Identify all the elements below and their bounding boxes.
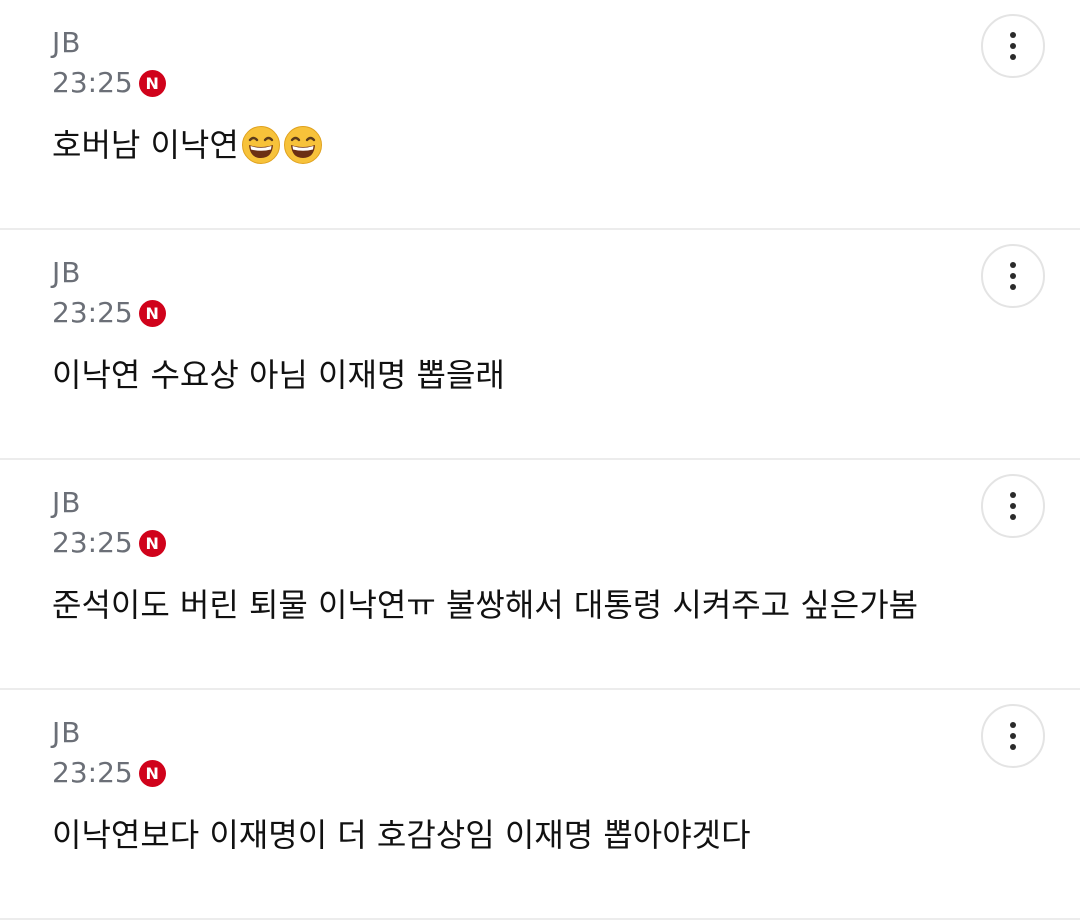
comment-text: 호버남 이낙연 xyxy=(52,126,239,164)
comment-item: JB 23:25 N 이낙연보다 이재명이 더 호감상임 이재명 뽑아야겟다 xyxy=(0,690,1080,920)
comment-item: JB 23:25 N 준석이도 버린 퇴물 이낙연ㅠ 불쌍해서 대통령 시켜주고… xyxy=(0,460,1080,690)
comment-author[interactable]: JB xyxy=(52,716,81,750)
comment-item: JB 23:25 N 호버남 이낙연 xyxy=(0,0,1080,230)
comment-text: 이낙연 수요상 아님 이재명 뽑을래 xyxy=(52,356,505,394)
comment-author[interactable]: JB xyxy=(52,26,81,60)
comment-meta: 23:25 N xyxy=(52,66,166,100)
comment-meta: 23:25 N xyxy=(52,526,166,560)
grinning-face-emoji xyxy=(241,126,280,164)
naver-n-icon: N xyxy=(138,529,166,557)
naver-n-icon: N xyxy=(138,69,166,97)
comment-author[interactable]: JB xyxy=(52,486,81,520)
more-options-button[interactable] xyxy=(981,704,1045,768)
comment-body: 이낙연보다 이재명이 더 호감상임 이재명 뽑아야겟다 xyxy=(52,812,751,858)
comment-text: 준석이도 버린 퇴물 이낙연ㅠ 불쌍해서 대통령 시켜주고 싶은가봄 xyxy=(52,586,919,624)
comment-body: 호버남 이낙연 xyxy=(52,122,323,168)
comment-time: 23:25 xyxy=(52,296,133,329)
comment-time: 23:25 xyxy=(52,756,133,789)
comment-meta: 23:25 N xyxy=(52,296,166,330)
more-vertical-icon xyxy=(1010,262,1016,290)
comment-body: 이낙연 수요상 아님 이재명 뽑을래 xyxy=(52,352,505,398)
naver-n-icon: N xyxy=(138,299,166,327)
more-options-button[interactable] xyxy=(981,14,1045,78)
comment-time: 23:25 xyxy=(52,526,133,559)
grinning-face-emoji xyxy=(283,126,322,164)
more-options-button[interactable] xyxy=(981,474,1045,538)
more-vertical-icon xyxy=(1010,722,1016,750)
more-vertical-icon xyxy=(1010,492,1016,520)
comment-list: JB 23:25 N 호버남 이낙연 JB 23:25 N 이낙연 수요상 아님… xyxy=(0,0,1080,920)
comment-author[interactable]: JB xyxy=(52,256,81,290)
comment-meta: 23:25 N xyxy=(52,756,166,790)
comment-time: 23:25 xyxy=(52,66,133,99)
comment-text: 이낙연보다 이재명이 더 호감상임 이재명 뽑아야겟다 xyxy=(52,816,751,854)
comment-body: 준석이도 버린 퇴물 이낙연ㅠ 불쌍해서 대통령 시켜주고 싶은가봄 xyxy=(52,582,918,628)
more-options-button[interactable] xyxy=(981,244,1045,308)
more-vertical-icon xyxy=(1010,32,1016,60)
comment-item: JB 23:25 N 이낙연 수요상 아님 이재명 뽑을래 xyxy=(0,230,1080,460)
naver-n-icon: N xyxy=(138,759,166,787)
